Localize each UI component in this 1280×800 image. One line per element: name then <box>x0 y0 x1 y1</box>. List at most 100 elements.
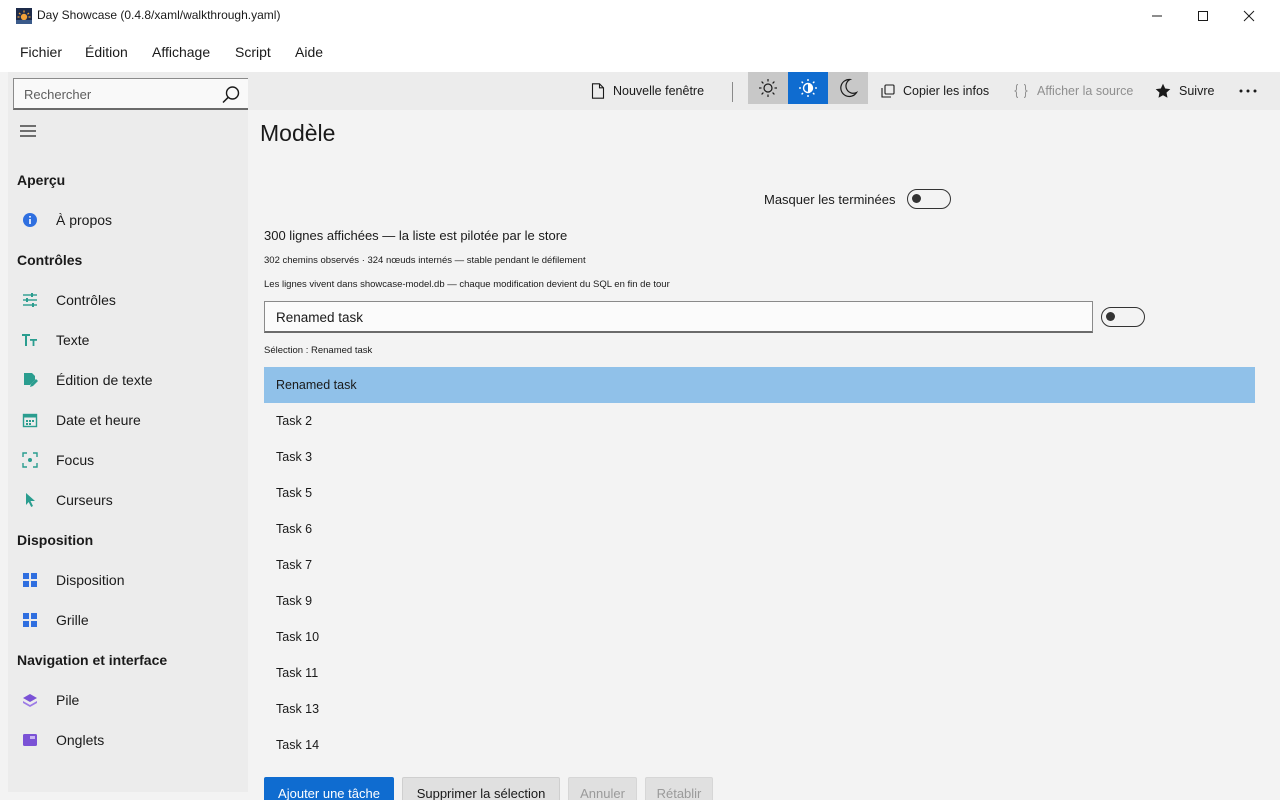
nav-item-label: Texte <box>56 332 90 348</box>
calendar-icon <box>22 413 38 428</box>
nav-item-date-time[interactable]: Date et heure <box>8 402 248 438</box>
nav-item-tabs[interactable]: Onglets <box>8 722 248 758</box>
list-item-label: Task 6 <box>276 522 313 536</box>
task-list[interactable]: Renamed task Task 2 Task 3 Task 5 Task 6 Task… <box>264 367 1255 763</box>
copy-info-button[interactable]: Copier les infos <box>881 72 989 110</box>
theme-light-button[interactable] <box>748 72 788 104</box>
toggle-knob <box>1106 312 1115 321</box>
list-item-label: Task 9 <box>276 594 313 608</box>
nav-item-label: Contrôles <box>56 292 116 308</box>
menu-help[interactable]: Aide <box>295 44 323 60</box>
nav-item-label: Focus <box>56 452 95 468</box>
nav-header-controls: Contrôles <box>17 252 83 268</box>
contrast-icon <box>799 79 817 97</box>
maximize-icon <box>1198 11 1208 21</box>
list-item[interactable]: Task 9 <box>264 583 1255 619</box>
star-icon <box>1155 83 1171 98</box>
more-options-button[interactable] <box>1236 82 1260 100</box>
list-item[interactable]: Renamed task <box>264 367 1255 403</box>
cursor-icon <box>26 493 35 507</box>
search-box[interactable] <box>13 78 251 110</box>
minimize-button-area[interactable] <box>1134 0 1180 32</box>
moon-icon <box>840 78 858 98</box>
nav-item-label: Édition de texte <box>56 372 153 388</box>
list-item[interactable]: Task 13 <box>264 691 1255 727</box>
menu-edit[interactable]: Édition <box>85 44 128 60</box>
sun-icon <box>759 79 777 97</box>
minimize-icon <box>1152 15 1162 17</box>
edit-document-icon <box>24 373 38 387</box>
db-info-text: Les lignes vivent dans showcase-model.db… <box>264 279 670 290</box>
nav-item-focus[interactable]: Focus <box>8 442 248 478</box>
list-item-label: Task 5 <box>276 486 313 500</box>
task-name-input[interactable] <box>276 308 1076 326</box>
list-item[interactable]: Task 10 <box>264 619 1255 655</box>
list-item[interactable]: Task 7 <box>264 547 1255 583</box>
new-window-label: Nouvelle fenêtre <box>613 84 705 98</box>
maximize-button[interactable] <box>1180 0 1226 32</box>
nav-item-label: Date et heure <box>56 412 141 428</box>
list-item-label: Task 11 <box>276 666 319 680</box>
nav-header-overview: Aperçu <box>17 172 66 188</box>
list-item-label: Task 14 <box>276 738 320 752</box>
search-icon[interactable] <box>221 85 241 105</box>
theme-contrast-button[interactable] <box>788 72 828 104</box>
command-bar: Nouvelle fenêtre Copier les infos Affich… <box>248 72 1280 110</box>
follow-button[interactable]: Suivre <box>1155 72 1214 110</box>
paths-info-text: 302 chemins observés · 324 nœuds interné… <box>264 255 586 266</box>
nav-item-label: Curseurs <box>56 492 113 508</box>
nav-item-cursors[interactable]: Curseurs <box>8 482 248 518</box>
list-item-label: Task 10 <box>276 630 320 644</box>
layout-icon <box>23 573 37 587</box>
list-item[interactable]: Task 6 <box>264 511 1255 547</box>
follow-label: Suivre <box>1179 84 1215 98</box>
hamburger-menu-icon[interactable] <box>20 124 36 138</box>
selection-label: Sélection : Renamed task <box>264 345 373 356</box>
stack-icon <box>23 694 37 707</box>
add-task-button[interactable]: Ajouter une tâche <box>264 777 394 800</box>
edit-toggle[interactable] <box>1101 307 1145 327</box>
nav-item-controls[interactable]: Contrôles <box>8 282 248 318</box>
menu-view[interactable]: Affichage <box>152 44 210 60</box>
menu-bar: Fichier Édition Affichage Script Aide <box>0 32 1280 72</box>
hide-completed-toggle[interactable] <box>907 189 951 209</box>
redo-button[interactable]: Rétablir <box>645 777 713 800</box>
page-title: Modèle <box>260 120 336 146</box>
nav-item-label: Disposition <box>56 572 125 588</box>
close-icon <box>1243 10 1255 22</box>
nav-header-layout: Disposition <box>17 532 94 548</box>
list-item[interactable]: Task 3 <box>264 439 1255 475</box>
list-item[interactable]: Task 11 <box>264 655 1255 691</box>
code-braces-icon <box>1014 84 1028 98</box>
undo-button[interactable]: Annuler <box>568 777 637 800</box>
list-item-label: Task 3 <box>276 450 313 464</box>
show-source-button[interactable]: Afficher la source <box>1013 72 1133 110</box>
sliders-icon <box>23 293 37 307</box>
nav-item-stack[interactable]: Pile <box>8 682 248 718</box>
copy-info-label: Copier les infos <box>903 84 990 98</box>
nav-item-grid[interactable]: Grille <box>8 602 248 638</box>
nav-item-text[interactable]: Texte <box>8 322 248 358</box>
toggle-knob <box>912 194 921 203</box>
nav-item-text-editing[interactable]: Édition de texte <box>8 362 248 398</box>
delete-selection-button[interactable]: Supprimer la sélection <box>402 777 560 800</box>
menu-file[interactable]: Fichier <box>20 44 62 60</box>
close-button[interactable] <box>1226 0 1272 32</box>
nav-item-label: Grille <box>56 612 89 628</box>
document-icon <box>591 83 605 99</box>
nav-item-layout[interactable]: Disposition <box>8 562 248 598</box>
menu-script[interactable]: Script <box>235 44 271 60</box>
hide-completed-label: Masquer les terminées <box>764 192 896 207</box>
app-icon <box>16 8 32 24</box>
task-name-field[interactable] <box>264 301 1093 333</box>
new-window-button[interactable]: Nouvelle fenêtre <box>591 72 704 110</box>
list-item-label: Task 7 <box>276 558 313 572</box>
list-item[interactable]: Task 2 <box>264 403 1255 439</box>
list-item[interactable]: Task 5 <box>264 475 1255 511</box>
nav-header-navigation: Navigation et interface <box>17 652 168 668</box>
search-input[interactable] <box>24 85 214 103</box>
nav-item-about[interactable]: À propos <box>8 202 248 238</box>
navigation-pane: Aperçu À propos Contrôles Contrôles Text… <box>8 72 251 792</box>
list-item[interactable]: Task 14 <box>264 727 1255 763</box>
theme-dark-button[interactable] <box>828 72 868 104</box>
